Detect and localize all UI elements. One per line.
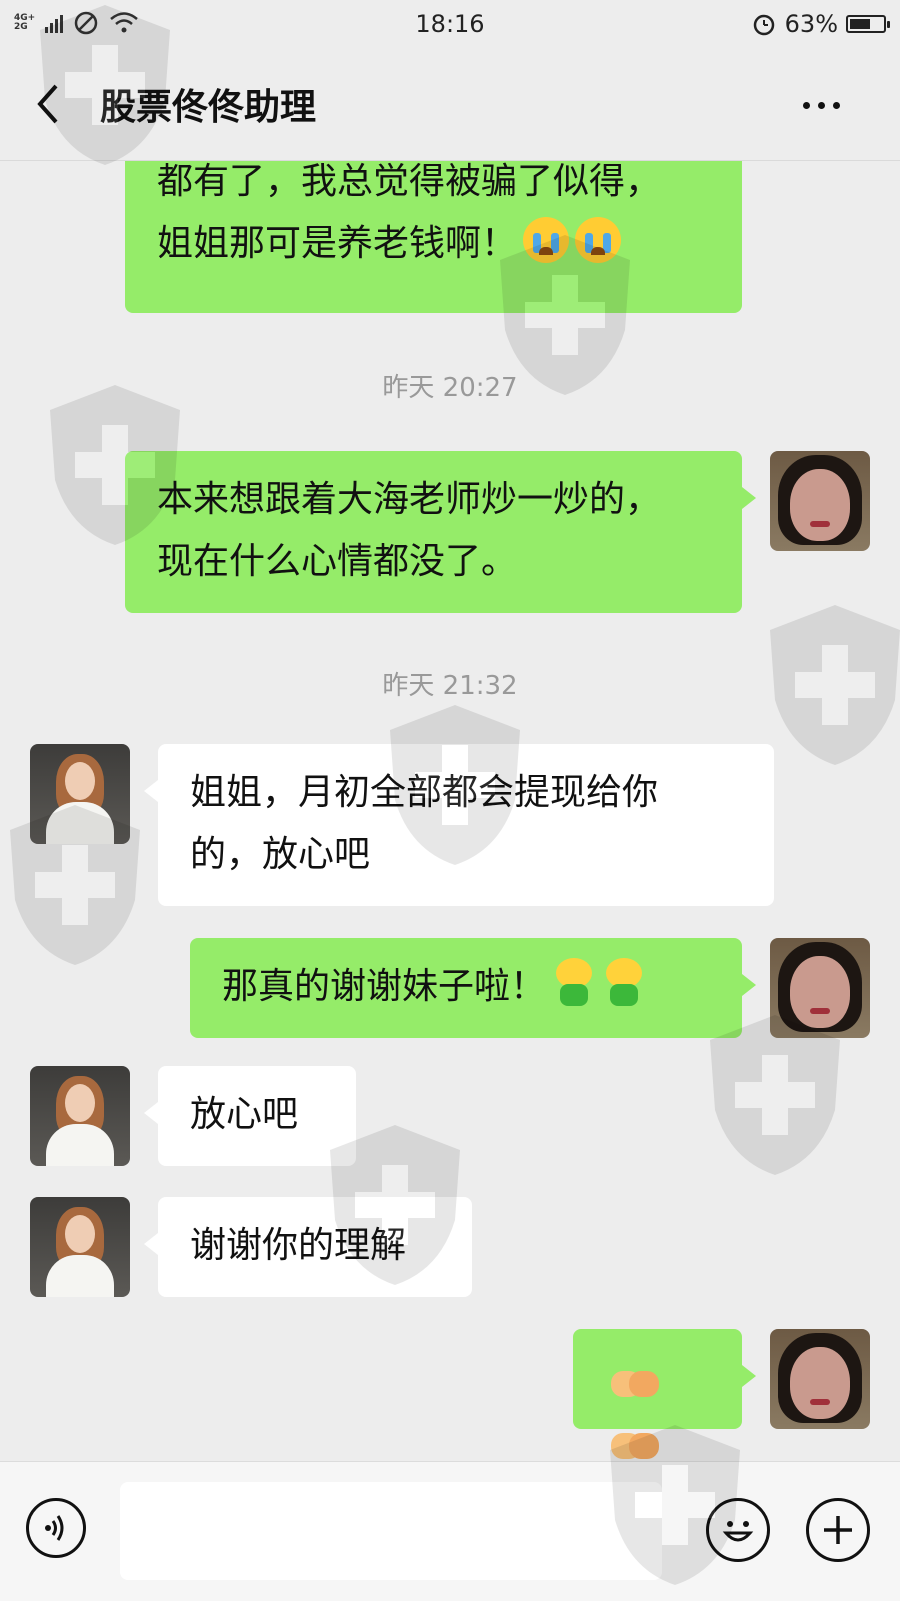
message-line: 的，放心吧 — [190, 834, 371, 875]
frog-emoji-icon — [552, 958, 596, 1008]
battery-icon — [846, 15, 890, 33]
input-bar — [0, 1461, 900, 1601]
chat-title: 股票佟佟助理 — [100, 87, 317, 128]
timestamp: 昨天 20:27 — [382, 373, 518, 403]
message-line: 本来想跟着大海老师炒一炒的， — [157, 479, 662, 520]
chat-messages[interactable]: 都有了，我总觉得被骗了似得， 姐姐那可是养老钱啊！ 昨天 20:27 本来想跟着… — [0, 161, 900, 1461]
handshake-icon — [611, 1429, 659, 1461]
avatar-assistant[interactable] — [30, 1197, 130, 1297]
status-right: 63% — [751, 10, 890, 38]
message-bubble-outgoing[interactable]: 那真的谢谢妹子啦！ — [190, 938, 756, 1038]
message-line: 谢谢你的理解 — [190, 1225, 407, 1266]
avatar-me[interactable] — [770, 938, 870, 1038]
avatar-me[interactable] — [770, 451, 870, 551]
avatar-assistant[interactable] — [30, 744, 130, 844]
alarm-icon — [753, 14, 774, 36]
message-line: 那真的谢谢妹子啦！ — [222, 966, 547, 1007]
chat-header: 股票佟佟助理 — [0, 50, 900, 161]
message-bubble-incoming[interactable]: 姐姐，月初全部都会提现给你 的，放心吧 — [144, 744, 774, 906]
avatar-assistant[interactable] — [30, 1066, 130, 1166]
timestamp: 昨天 21:32 — [382, 671, 518, 701]
message-line: 现在什么心情都没了。 — [157, 541, 518, 582]
message-bubble-outgoing[interactable] — [573, 1329, 756, 1459]
message-line: 放心吧 — [190, 1094, 299, 1135]
message-input[interactable] — [120, 1482, 662, 1580]
back-icon[interactable] — [30, 82, 70, 126]
avatar-me[interactable] — [770, 1329, 870, 1429]
message-bubble-outgoing[interactable]: 本来想跟着大海老师炒一炒的， 现在什么心情都没了。 — [125, 451, 756, 613]
message-line: 姐姐，月初全部都会提现给你 — [190, 772, 659, 813]
crying-face-icon — [523, 217, 570, 263]
crying-face-icon — [575, 217, 622, 263]
more-options-icon[interactable] — [803, 102, 840, 109]
message-line: 姐姐那可是养老钱啊！ — [157, 213, 710, 275]
handshake-icon — [611, 1367, 659, 1401]
voice-icon[interactable] — [26, 1498, 86, 1558]
plus-icon[interactable] — [806, 1498, 870, 1562]
emoji-icon[interactable] — [706, 1498, 770, 1562]
frog-emoji-icon — [602, 958, 646, 1008]
message-bubble-outgoing[interactable]: 都有了，我总觉得被骗了似得， 姐姐那可是养老钱啊！ — [125, 161, 742, 313]
message-line: 都有了，我总觉得被骗了似得， — [157, 161, 662, 202]
battery-percent: 63% — [784, 10, 838, 38]
message-bubble-incoming[interactable]: 谢谢你的理解 — [144, 1197, 472, 1297]
status-bar: 4G+ 2G 18:16 63% — [0, 0, 900, 50]
message-bubble-incoming[interactable]: 放心吧 — [144, 1066, 356, 1166]
